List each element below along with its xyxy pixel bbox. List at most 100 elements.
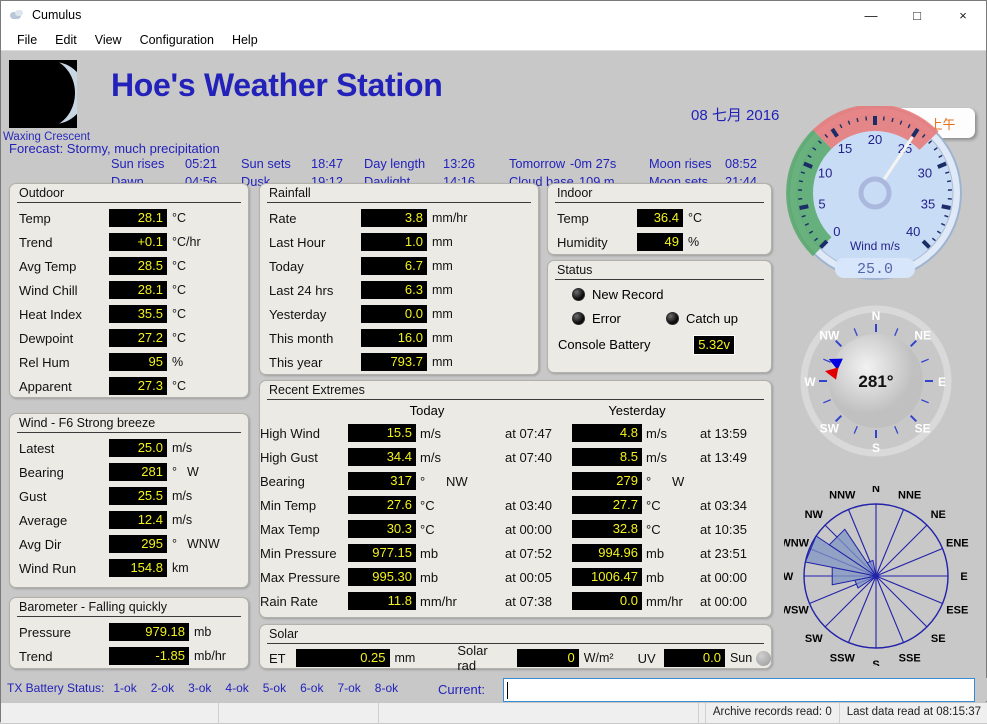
wind-row-value: 25.5 — [109, 487, 167, 505]
rainfall-row-label: Rate — [269, 211, 361, 226]
extremes-yesterday-unit: °C — [646, 522, 661, 537]
status-caption: Status — [548, 261, 771, 279]
indoor-row: Humidity49% — [548, 230, 771, 254]
extremes-yesterday-value: 4.8 — [572, 424, 642, 442]
menu-item-file[interactable]: File — [8, 31, 46, 49]
rainfall-row-unit: mm — [432, 259, 453, 273]
extremes-yesterday-time: at 13:59 — [700, 426, 747, 441]
wind-caption: Wind - F6 Strong breeze — [10, 414, 248, 432]
extremes-col-yesterday: Yesterday — [582, 403, 692, 418]
outdoor-row: Heat Index35.5°C — [10, 302, 248, 326]
et-value: 0.25 — [296, 649, 390, 667]
outdoor-row-value: 27.3 — [109, 377, 167, 395]
outdoor-row-value: 95 — [109, 353, 167, 371]
wind-gauge-unit-label: Wind m/s — [850, 239, 900, 253]
wind-row: Avg Dir295°WNW — [10, 532, 248, 556]
extremes-today-time: at 07:40 — [505, 450, 552, 465]
menu-item-view[interactable]: View — [86, 31, 131, 49]
barometer-panel: Barometer - Falling quickly Pressure979.… — [9, 597, 249, 669]
compass-point-label: E — [938, 375, 946, 389]
extremes-today-value: 977.15 — [348, 544, 416, 562]
rainfall-row: Rate3.8mm/hr — [260, 206, 538, 230]
barometer-row: Pressure979.18mb — [10, 620, 248, 644]
extremes-yesterday-time: at 00:00 — [700, 594, 747, 609]
outdoor-row-unit: °C — [172, 283, 186, 297]
current-label: Current: — [438, 682, 485, 697]
barometer-row-label: Trend — [19, 649, 109, 664]
compass-point-label: N — [872, 309, 881, 323]
current-input[interactable] — [503, 678, 975, 702]
outdoor-row-unit: °C — [172, 259, 186, 273]
wind-row: Latest25.0m/s — [10, 436, 248, 460]
maximize-button[interactable]: □ — [894, 1, 940, 29]
wind-gauge-reading: 25.0 — [857, 261, 893, 278]
menu-item-help[interactable]: Help — [223, 31, 267, 49]
indoor-row-unit: °C — [688, 211, 702, 225]
rainfall-row: Yesterday0.0mm — [260, 302, 538, 326]
extremes-yesterday-time: at 00:00 — [700, 570, 747, 585]
wind-row: Wind Run154.8km — [10, 556, 248, 580]
outdoor-row-label: Rel Hum — [19, 355, 109, 370]
wind-row-direction: W — [187, 465, 199, 479]
wind-row: Average12.4m/s — [10, 508, 248, 532]
wind-row-value: 154.8 — [109, 559, 167, 577]
last-data-read-text: Last data read at 08:15:37 — [839, 703, 987, 723]
rainfall-row-value: 0.0 — [361, 305, 427, 323]
extremes-yesterday-value: 994.96 — [572, 544, 642, 562]
minimize-button[interactable]: — — [848, 1, 894, 29]
close-button[interactable]: × — [940, 1, 986, 29]
outdoor-row-value: 27.2 — [109, 329, 167, 347]
wind-rose: NNNENEENEEESESESSESSSWSWWSWWWNWNWNNW — [784, 486, 969, 666]
outdoor-row: Rel Hum95% — [10, 350, 248, 374]
compass-point-label: S — [872, 441, 880, 455]
wind-rows: Latest25.0m/sBearing281°WGust25.5m/sAver… — [10, 436, 248, 580]
extremes-row-label: Bearing — [260, 474, 305, 489]
wind-row-unit: m/s — [172, 489, 192, 503]
wind-row-label: Average — [19, 513, 109, 528]
extremes-caption: Recent Extremes — [260, 381, 771, 399]
wind-row-value: 295 — [109, 535, 167, 553]
extremes-yesterday-time: at 13:49 — [700, 450, 747, 465]
extremes-today-time: at 07:47 — [505, 426, 552, 441]
status-panel: Status New Record Error Catch up Console… — [547, 260, 772, 373]
extremes-yesterday-value: 1006.47 — [572, 568, 642, 586]
compass-point-label: SE — [915, 422, 931, 436]
extremes-today-unit: °C — [420, 522, 435, 537]
outdoor-row-label: Wind Chill — [19, 283, 109, 298]
rainfall-row-unit: mm — [432, 331, 453, 345]
day-length-value: 13:26 — [443, 156, 475, 171]
wind-rose-point-label: SW — [805, 633, 823, 645]
wind-gauge-tick-label: 30 — [918, 165, 932, 180]
wind-rose-point-label: N — [872, 486, 880, 495]
catchup-indicator: Catch up — [666, 311, 738, 326]
tx-battery-item: 2-ok — [151, 681, 174, 695]
menu-item-configuration[interactable]: Configuration — [131, 31, 223, 49]
wind-row-unit: km — [172, 561, 189, 575]
indoor-rows: Temp36.4°CHumidity49% — [548, 206, 771, 254]
barometer-row-label: Pressure — [19, 625, 109, 640]
barometer-row-unit: mb/hr — [194, 649, 226, 663]
extremes-today-value: 317 — [348, 472, 416, 490]
extremes-row: Min Pressure977.15mbat 07:52994.96mbat 2… — [260, 541, 771, 565]
outdoor-row-label: Apparent — [19, 379, 109, 394]
rainfall-row-value: 1.0 — [361, 233, 427, 251]
compass-point-label: NE — [914, 328, 931, 342]
extremes-row: Max Pressure995.30mbat 00:051006.47mbat … — [260, 565, 771, 589]
menu-item-edit[interactable]: Edit — [46, 31, 86, 49]
wind-rose-point-label: E — [960, 571, 967, 583]
wind-row-unit: m/s — [172, 441, 192, 455]
extremes-row-label: Rain Rate — [260, 594, 318, 609]
outdoor-row: Dewpoint27.2°C — [10, 326, 248, 350]
extremes-yesterday-unit: mm/hr — [646, 594, 683, 609]
rainfall-rows: Rate3.8mm/hrLast Hour1.0mmToday6.7mmLast… — [260, 206, 538, 374]
extremes-row: Min Temp27.6°Cat 03:4027.7°Cat 03:34 — [260, 493, 771, 517]
extremes-today-unit: °C — [420, 498, 435, 513]
extremes-col-today: Today — [372, 403, 482, 418]
et-label: ET — [269, 651, 286, 666]
extremes-yesterday-unit: °C — [646, 498, 661, 513]
extremes-yesterday-value: 27.7 — [572, 496, 642, 514]
extremes-row: Bearing317°NW279°W — [260, 469, 771, 493]
extremes-row-label: Max Pressure — [260, 570, 340, 585]
forecast-text: Forecast: Stormy, much precipitation — [9, 141, 220, 156]
extremes-today-time: at 00:00 — [505, 522, 552, 537]
